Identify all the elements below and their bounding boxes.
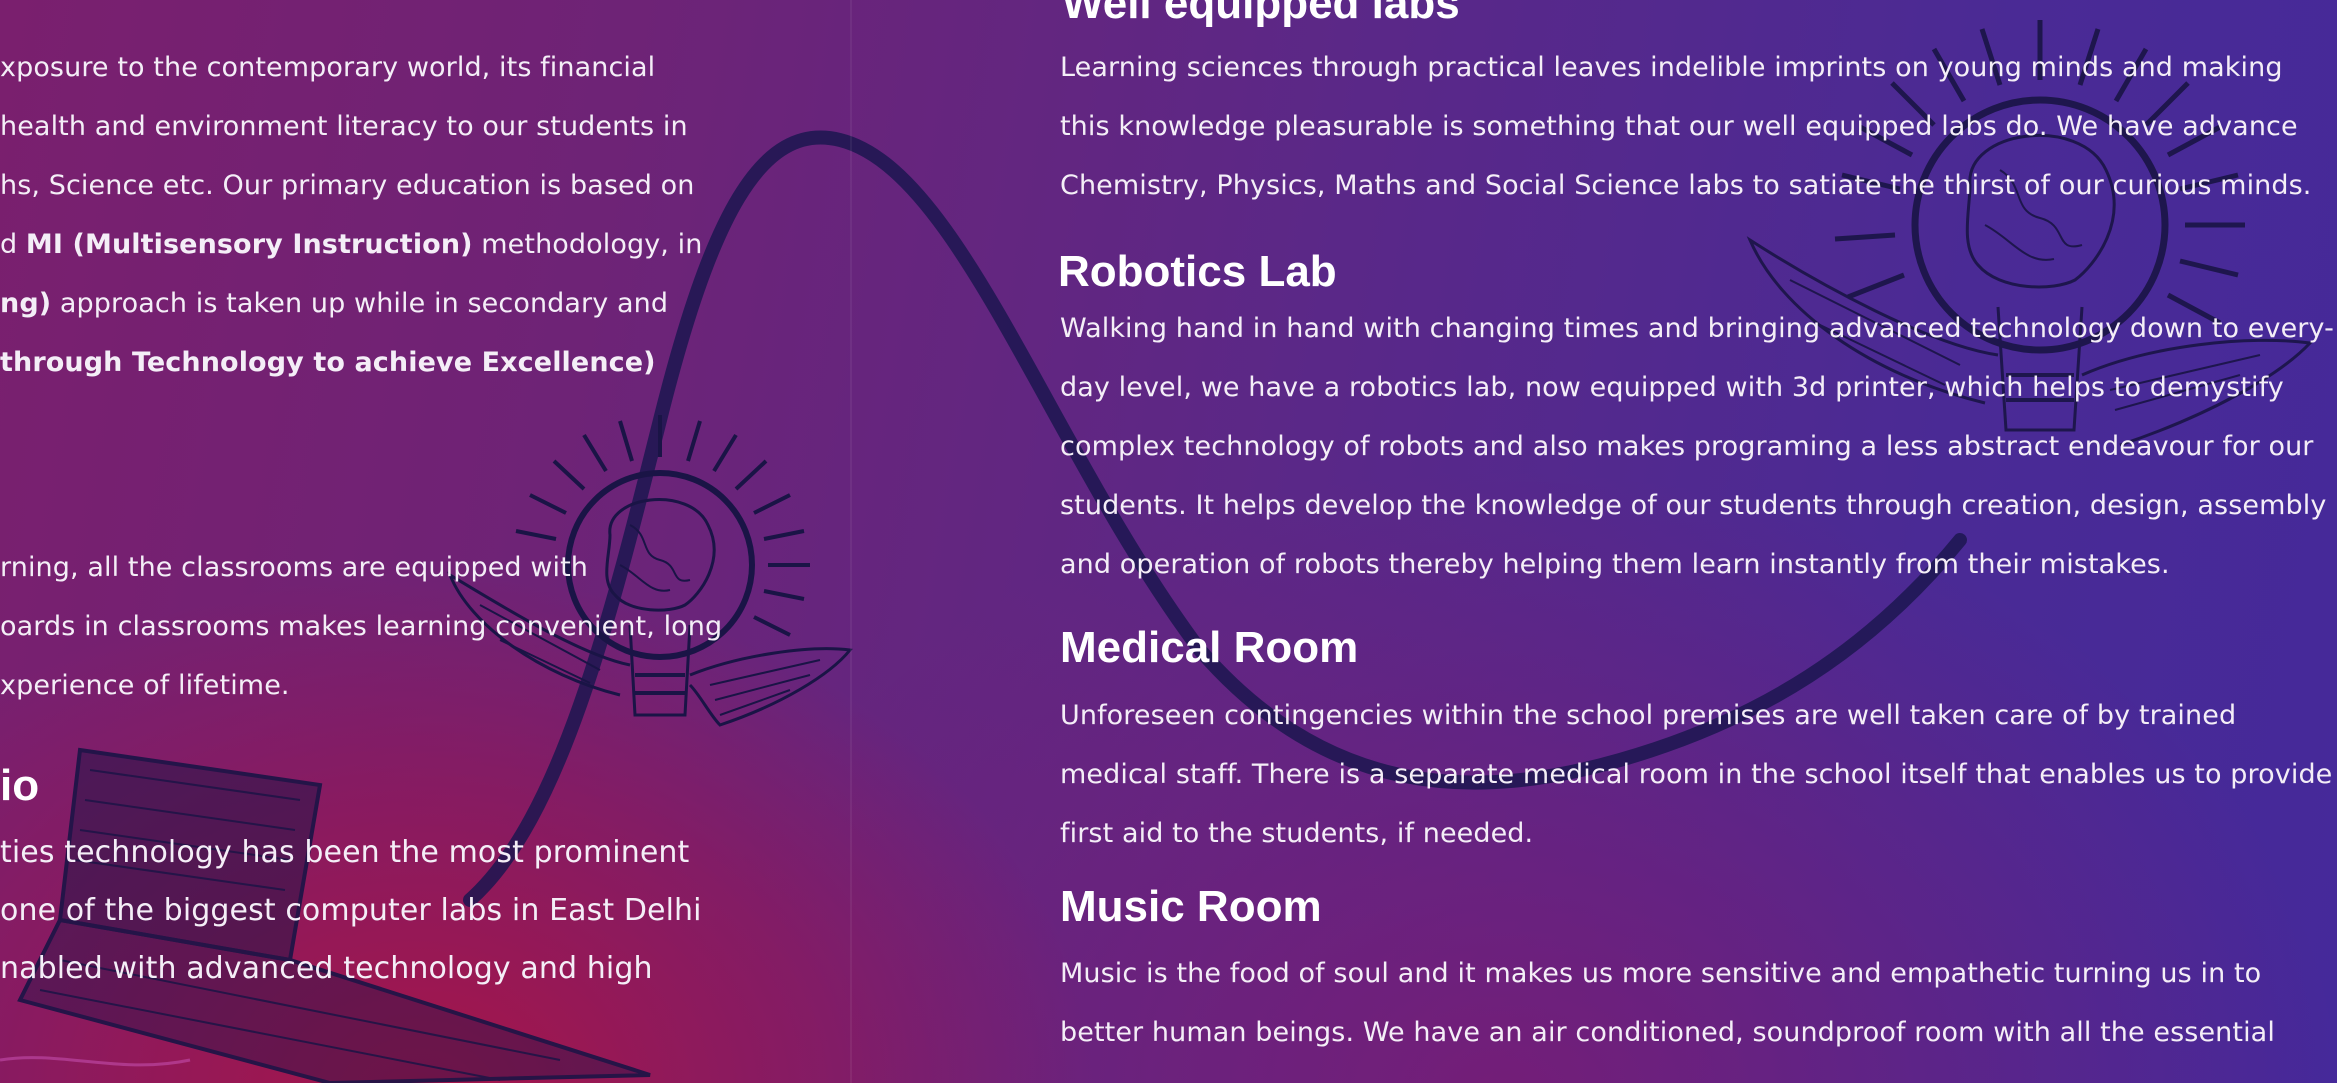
text-line: xperience of lifetime. [0, 670, 290, 701]
text-line: and operation of robots thereby helping … [1060, 549, 2170, 580]
section-heading-medical: Medical Room [1060, 623, 1359, 672]
text-line: Learning sciences through practical leav… [1060, 52, 2283, 83]
text-line: better human beings. We have an air cond… [1060, 1017, 2275, 1048]
text-line: ties technology has been the most promin… [0, 835, 690, 870]
text-line: nabled with advanced technology and high [0, 951, 653, 986]
text-line: health and environment literacy to our s… [0, 111, 688, 142]
text-line: day level, we have a robotics lab, now e… [1060, 372, 2284, 403]
text-line: Chemistry, Physics, Maths and Social Sci… [1060, 170, 2312, 201]
right-column: Well equipped labs Learning sciences thr… [1058, 0, 2334, 1083]
text-line: hs, Science etc. Our primary education i… [0, 170, 695, 201]
section-heading-music: Music Room [1060, 882, 1322, 931]
text-line: Unforeseen contingencies within the scho… [1060, 700, 2237, 731]
text-line: medical staff. There is a separate medic… [1060, 759, 2333, 790]
text-line: ng) approach is taken up while in second… [0, 288, 669, 319]
section-heading-robotics: Robotics Lab [1058, 247, 1337, 296]
left-column: xposure to the contemporary world, its f… [0, 0, 722, 1083]
text-line: this knowledge pleasurable is something … [1060, 111, 2298, 142]
text-line: oards in classrooms makes learning conve… [0, 611, 723, 642]
text-line: complex technology of robots and also ma… [1060, 431, 2314, 462]
text-line: one of the biggest computer labs in East… [0, 893, 702, 928]
text-line: Music is the food of soul and it makes u… [1060, 958, 2262, 989]
text-line: xposure to the contemporary world, its f… [0, 52, 656, 83]
text-line: Walking hand in hand with changing times… [1060, 313, 2334, 344]
page-fold [850, 0, 852, 1083]
text-line: rning, all the classrooms are equipped w… [0, 552, 589, 583]
text-line: first aid to the students, if needed. [1060, 818, 1534, 849]
text-line: students. It helps develop the knowledge… [1060, 490, 2327, 521]
text-line: d MI (Multisensory Instruction) methodol… [0, 229, 703, 260]
section-heading: io [0, 761, 40, 810]
text-line: through Technology to achieve Excellence… [0, 347, 656, 378]
section-heading-labs: Well equipped labs [1062, 0, 1460, 28]
